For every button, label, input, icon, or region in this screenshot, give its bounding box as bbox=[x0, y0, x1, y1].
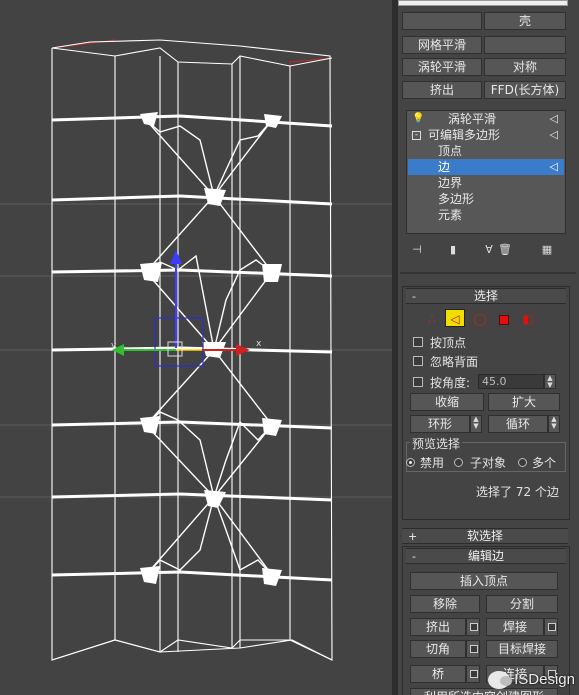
preview-selection-label: 预览选择 bbox=[410, 435, 463, 452]
modifier-button-empty[interactable] bbox=[402, 12, 482, 30]
grow-button[interactable]: 扩大 bbox=[488, 393, 560, 411]
stack-item-border[interactable]: 边界 bbox=[408, 175, 564, 191]
rollout-title: 编辑边 bbox=[467, 549, 504, 563]
insert-vertex-button[interactable]: 插入顶点 bbox=[410, 572, 558, 590]
show-end-result-icon[interactable]: ▮ bbox=[446, 242, 460, 258]
angle-spinner[interactable]: ▲ ▼ bbox=[544, 374, 556, 389]
preview-multi-label: 多个 bbox=[532, 456, 557, 470]
preview-subobject-label: 子对象 bbox=[470, 456, 507, 470]
axis-y-label: y bbox=[111, 341, 117, 351]
make-unique-icon[interactable]: ∀ bbox=[482, 242, 496, 258]
remove-modifier-icon[interactable]: 🗑 bbox=[498, 242, 512, 258]
edge-subobject-icon: ◁ bbox=[549, 128, 558, 141]
by-angle-checkbox[interactable] bbox=[413, 377, 423, 387]
edge-icon[interactable]: ◁ bbox=[445, 309, 465, 327]
polygon-icon[interactable] bbox=[494, 310, 514, 328]
modifier-button-empty-2[interactable] bbox=[484, 36, 566, 54]
collapse-icon[interactable]: - bbox=[412, 131, 421, 140]
command-panel: 壳 网格平滑 涡轮平滑 对称 挤出 FFD(长方体) 💡 涡轮平滑 ◁ - 可编… bbox=[398, 0, 579, 695]
soft-selection-rollout-header[interactable]: + 软选择 bbox=[402, 528, 568, 544]
watermark: ISDesign bbox=[488, 671, 575, 689]
bulb-icon[interactable]: 💡 bbox=[412, 111, 424, 127]
collapse-toggle: - bbox=[412, 550, 416, 563]
loop-button[interactable]: 循环 bbox=[488, 415, 548, 433]
ring-button[interactable]: 环形 bbox=[410, 415, 470, 433]
extrude-settings-button[interactable] bbox=[466, 618, 480, 636]
collapse-toggle: - bbox=[412, 290, 416, 303]
pin-stack-icon[interactable]: ⊣ bbox=[410, 242, 424, 258]
axis-x-label: x bbox=[256, 339, 262, 349]
stack-item-turbosmooth[interactable]: 💡 涡轮平滑 ◁ bbox=[408, 111, 564, 127]
weld-settings-button[interactable] bbox=[544, 618, 558, 636]
stack-item-editable-poly[interactable]: - 可编辑多边形 ◁ bbox=[408, 127, 564, 143]
create-shape-button[interactable]: 利用所选内容创建图形 bbox=[410, 688, 558, 695]
bridge-button[interactable]: 桥 bbox=[410, 665, 466, 683]
split-button[interactable]: 分割 bbox=[486, 595, 558, 613]
element-icon[interactable]: ◧ bbox=[518, 310, 538, 328]
edge-subobject-icon: ◁ bbox=[549, 112, 558, 125]
stack-item-vertex[interactable]: 顶点 bbox=[408, 143, 564, 159]
border-icon[interactable]: ◯ bbox=[470, 310, 490, 328]
edit-edges-rollout-header[interactable]: - 编辑边 bbox=[406, 548, 566, 564]
modifier-button-turbosmooth[interactable]: 涡轮平滑 bbox=[402, 58, 482, 76]
by-vertex-checkbox[interactable] bbox=[413, 337, 423, 347]
loop-spinner[interactable]: ▲ ▼ bbox=[548, 415, 560, 433]
ignore-backfacing-label: 忽略背面 bbox=[430, 355, 479, 369]
preview-subobject-radio[interactable] bbox=[454, 458, 463, 467]
modifier-list-dropdown[interactable] bbox=[398, 0, 568, 6]
rollout-title: 软选择 bbox=[466, 529, 503, 543]
stack-item-polygon[interactable]: 多边形 bbox=[408, 191, 564, 207]
configure-sets-icon[interactable]: ▦ bbox=[540, 242, 554, 258]
by-angle-label: 按角度: bbox=[430, 376, 471, 390]
preview-disabled-radio[interactable] bbox=[406, 458, 415, 467]
stack-item-label: 多边形 bbox=[438, 192, 475, 206]
ignore-backfacing-checkbox[interactable] bbox=[413, 356, 423, 366]
stack-item-label: 顶点 bbox=[438, 144, 463, 158]
modifier-button-extrude[interactable]: 挤出 bbox=[402, 81, 482, 99]
separator bbox=[400, 272, 576, 274]
wireframe-model bbox=[0, 39, 392, 661]
wechat-icon bbox=[488, 671, 513, 689]
angle-value-field[interactable]: 45.0 bbox=[478, 374, 544, 389]
modifier-button-shell[interactable]: 壳 bbox=[484, 12, 566, 30]
chamfer-button[interactable]: 切角 bbox=[410, 640, 466, 658]
stack-item-label: 边界 bbox=[438, 176, 463, 190]
vertex-icon[interactable]: ∴ bbox=[422, 310, 442, 328]
modifier-stack: 💡 涡轮平滑 ◁ - 可编辑多边形 ◁ 顶点 边 ◁ 边界 多边形 元素 bbox=[406, 110, 566, 234]
stack-item-element[interactable]: 元素 bbox=[408, 207, 564, 223]
weld-button[interactable]: 焊接 bbox=[486, 618, 544, 636]
extrude-button[interactable]: 挤出 bbox=[410, 618, 466, 636]
stack-item-label: 元素 bbox=[438, 208, 463, 222]
viewport-perspective[interactable]: x y bbox=[0, 0, 392, 695]
stack-item-label: 边 bbox=[438, 160, 451, 174]
stack-item-edge[interactable]: 边 ◁ bbox=[408, 159, 564, 175]
chamfer-settings-button[interactable] bbox=[466, 640, 480, 658]
target-weld-button[interactable]: 目标焊接 bbox=[486, 640, 558, 658]
modifier-button-meshsmooth[interactable]: 网格平滑 bbox=[402, 36, 482, 54]
preview-disabled-label: 禁用 bbox=[420, 456, 445, 470]
bridge-settings-button[interactable] bbox=[466, 665, 480, 683]
stack-item-label: 涡轮平滑 bbox=[448, 112, 497, 126]
preview-multi-radio[interactable] bbox=[518, 458, 527, 467]
rollout-title: 选择 bbox=[473, 289, 498, 303]
watermark-text: ISDesign bbox=[514, 670, 575, 688]
modifier-button-symmetry[interactable]: 对称 bbox=[484, 58, 566, 76]
stack-item-label: 可编辑多边形 bbox=[428, 128, 501, 142]
modifier-button-ffd-box[interactable]: FFD(长方体) bbox=[484, 81, 566, 99]
by-vertex-label: 按顶点 bbox=[430, 336, 467, 350]
shrink-button[interactable]: 收缩 bbox=[410, 393, 484, 411]
selection-status: 选择了 72 个边 bbox=[476, 485, 559, 499]
ring-spinner[interactable]: ▲ ▼ bbox=[470, 415, 482, 433]
edge-subobject-icon: ◁ bbox=[549, 160, 558, 173]
remove-button[interactable]: 移除 bbox=[410, 595, 480, 613]
selection-rollout-header[interactable]: - 选择 bbox=[406, 288, 566, 304]
expand-toggle: + bbox=[408, 530, 418, 543]
